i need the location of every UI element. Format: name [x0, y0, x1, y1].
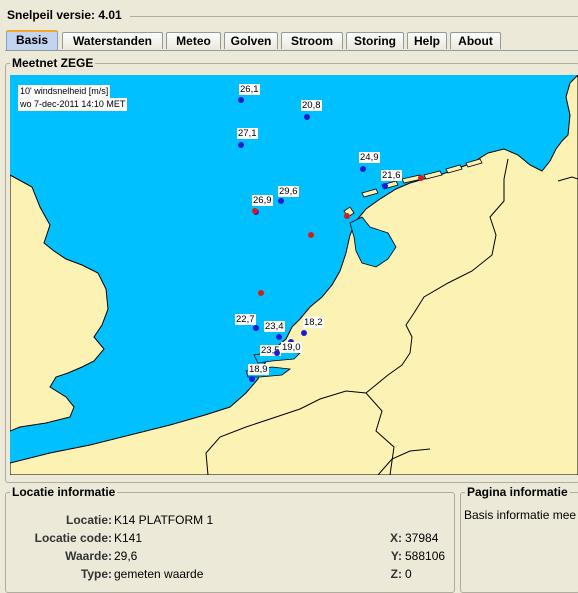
station-value: 27,1: [237, 128, 258, 139]
tab-about[interactable]: About: [450, 32, 501, 49]
x-value: 37984: [405, 531, 439, 545]
location-dot: [308, 232, 314, 238]
legend-timestamp: wo 7-dec-2011 14:10 MET: [18, 98, 128, 111]
station-dot: [360, 166, 366, 172]
location-marker[interactable]: [256, 288, 266, 298]
station-value: 26,9: [252, 195, 273, 206]
tab-basis[interactable]: Basis: [6, 30, 58, 51]
station-value: 19,0: [281, 342, 302, 353]
tab-content-border: [5, 50, 578, 51]
station-value: 18,2: [303, 317, 324, 328]
type-label: Type:: [80, 567, 112, 581]
station-value: 20,8: [301, 100, 322, 111]
x-label: X:: [390, 531, 402, 545]
station-marker[interactable]: 22,7: [235, 314, 261, 333]
station-marker[interactable]: 18,2: [299, 317, 324, 338]
waarde-label: Waarde:: [65, 549, 112, 563]
location-marker[interactable]: [306, 230, 316, 240]
location-dot: [258, 290, 264, 296]
station-marker[interactable]: 23,4: [264, 321, 285, 342]
locatie-info-title: Locatie informatie: [10, 485, 118, 499]
type-value: gemeten waarde: [114, 567, 204, 581]
location-dot: [344, 213, 350, 219]
waarde-value: 29,6: [114, 549, 138, 563]
station-value: 21,6: [381, 170, 402, 181]
station-dot: [304, 114, 310, 120]
station-marker[interactable]: 19,0: [272, 342, 302, 358]
location-marker[interactable]: [416, 173, 426, 183]
locatie-value: K14 PLATFORM 1: [114, 513, 214, 527]
station-value: 26,1: [239, 84, 260, 95]
locatie-code-label: Locatie code:: [34, 531, 112, 545]
station-marker[interactable]: 29,6: [276, 186, 299, 206]
station-dot: [249, 376, 255, 382]
map-view[interactable]: 10' windsnelheid [m/s] wo 7-dec-2011 14:…: [10, 75, 578, 475]
station-dot: [276, 334, 282, 340]
y-label: Y:: [390, 549, 402, 563]
station-marker[interactable]: 20,8: [301, 100, 322, 122]
station-marker[interactable]: 26,1: [236, 84, 260, 105]
map-panel-title: Meetnet ZEGE: [10, 56, 96, 70]
station-marker[interactable]: 27,1: [236, 128, 258, 150]
window-title: Snelpeil versie: 4.01: [7, 8, 122, 22]
tab-stroom[interactable]: Stroom: [281, 32, 343, 49]
locatie-label: Locatie:: [65, 513, 112, 527]
tab-help[interactable]: Help: [407, 32, 447, 49]
legend-unit: 10' windsnelheid [m/s]: [18, 85, 111, 98]
station-dot: [238, 97, 244, 103]
station-marker[interactable]: 18,9: [247, 364, 269, 384]
station-dot: [301, 330, 307, 336]
tab-golven[interactable]: Golven: [224, 32, 278, 49]
z-label: Z:: [390, 567, 402, 581]
pagina-info-text: Basis informatie mee: [464, 508, 577, 522]
locatie-code-value: K141: [114, 531, 143, 545]
z-value: 0: [405, 567, 412, 581]
location-dot: [418, 175, 424, 181]
station-marker[interactable]: 21,6: [380, 170, 402, 191]
station-dot: [278, 198, 284, 204]
station-dot: [253, 325, 259, 331]
station-value: 22,7: [235, 314, 256, 325]
station-marker[interactable]: 24,9: [358, 152, 380, 174]
station-dot: [274, 350, 280, 356]
tab-waterstanden[interactable]: Waterstanden: [62, 32, 163, 49]
title-separator: [130, 16, 578, 17]
station-value: 29,6: [278, 186, 299, 197]
map-canvas: [10, 75, 578, 475]
station-value: 24,9: [359, 152, 380, 163]
station-value: 18,9: [248, 364, 269, 375]
station-dot: [238, 142, 244, 148]
map-legend: 10' windsnelheid [m/s] wo 7-dec-2011 14:…: [18, 85, 128, 111]
location-marker[interactable]: [342, 211, 352, 221]
pagina-info-title: Pagina informatie: [465, 485, 570, 499]
location-dot: [252, 208, 258, 214]
y-value: 588106: [405, 549, 446, 563]
station-dot: [382, 183, 388, 189]
tab-meteo[interactable]: Meteo: [166, 32, 221, 49]
station-value: 23,4: [264, 321, 285, 332]
location-marker[interactable]: [250, 206, 260, 216]
tab-storing[interactable]: Storing: [346, 32, 404, 49]
